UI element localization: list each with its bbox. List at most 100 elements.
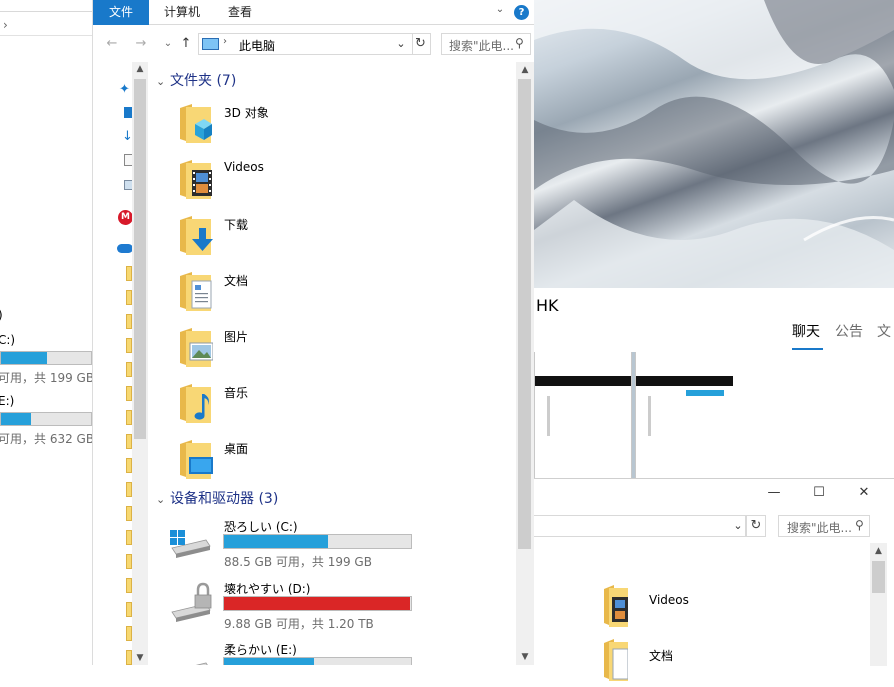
up-button[interactable]: ↑ [175, 30, 197, 58]
folder-label: 图片 [224, 330, 249, 344]
breadcrumb-separator-icon[interactable]: › [223, 36, 227, 47]
photo-texture [534, 0, 894, 288]
drive-item-e[interactable]: 柔らかい (E:) [168, 641, 508, 665]
folder-item-desktop[interactable]: 桌面 [178, 438, 478, 494]
scroll-down-arrow-icon[interactable]: ▼ [516, 649, 534, 665]
search-placeholder: 搜索"此电... [787, 521, 852, 535]
collapse-caret-icon[interactable]: ⌄ [156, 72, 170, 92]
navigation-pane: ✦ ↓ M ▲ ▼ [93, 62, 148, 665]
search-placeholder: 搜索"此电... [449, 39, 514, 53]
second-explorer-window: — ☐ ✕ ⌄ ↻ 搜索"此电... ⚲ Videos 文档 ▲ [534, 478, 894, 681]
background-drive-name: E:) [0, 394, 15, 408]
this-pc-explorer-window: 文件 计算机 查看 ⌄ ? ← → ⌄ ↑ › 此电脑 ⌄ ↻ 搜索"此电...… [93, 0, 534, 665]
document-icon [604, 639, 628, 681]
search-input[interactable]: 搜索"此电... ⚲ [778, 515, 870, 537]
minimize-button[interactable]: — [763, 485, 785, 501]
folder-label: 下载 [224, 218, 249, 232]
tab-computer[interactable]: 计算机 [164, 0, 200, 25]
scroll-up-arrow-icon[interactable]: ▲ [516, 62, 534, 78]
search-input[interactable]: 搜索"此电... ⚲ [441, 33, 531, 55]
drive-free-space: 88.5 GB 可用，共 199 GB [224, 555, 372, 569]
search-icon[interactable]: ⚲ [515, 36, 524, 50]
tab-file[interactable]: 文件 [93, 0, 149, 25]
folder-item-documents[interactable]: 文档 [602, 639, 802, 687]
help-icon[interactable]: ? [514, 5, 529, 20]
background-photo [534, 0, 894, 288]
drive-item-d[interactable]: 壊れやすい (D:) 9.88 GB 可用，共 1.20 TB [168, 580, 508, 640]
tab-files[interactable]: 文 [877, 321, 891, 341]
refresh-button[interactable]: ↻ [411, 33, 431, 55]
active-tab-indicator [792, 348, 823, 350]
folder-item-pictures[interactable]: 图片 [178, 326, 478, 382]
tab-view[interactable]: 查看 [228, 0, 252, 25]
folder-item-downloads[interactable]: 下载 [178, 214, 478, 270]
drive-name: 壊れやすい (D:) [224, 582, 311, 596]
scroll-up-arrow-icon[interactable]: ▲ [870, 543, 887, 559]
drive-name: 恐ろしい (C:) [224, 520, 298, 534]
mega-icon[interactable]: M [118, 210, 133, 225]
group-title: 设备和驱动器 (3) [170, 491, 279, 507]
content-area: ⌄ 文件夹 (7) 3D 对象 Videos 下载 文档 图片 音乐 桌面 ⌄ … [148, 62, 516, 665]
folder-label: 音乐 [224, 386, 249, 400]
address-bar[interactable] [534, 515, 746, 537]
address-bar[interactable]: › 此电脑 ⌄ [198, 33, 413, 55]
content-scrollbar[interactable]: ▲ ▼ [516, 62, 534, 665]
scrollbar-thumb[interactable] [134, 79, 146, 439]
background-drive-usage-bar [0, 412, 92, 426]
drive-usage-bar [223, 534, 412, 549]
group-header-devices[interactable]: ⌄ 设备和驱动器 (3) [156, 489, 278, 509]
this-pc-icon [202, 38, 219, 50]
search-icon[interactable]: ⚲ [855, 518, 864, 532]
quick-access-pin-icon[interactable]: ✦ [119, 82, 130, 97]
background-group-header: ) [0, 308, 3, 322]
background-address-bar [0, 14, 92, 36]
scrollbar-thumb[interactable] [518, 79, 531, 549]
folder-item-videos[interactable]: Videos [178, 158, 478, 214]
drive-name: 柔らかい (E:) [224, 643, 297, 657]
windows-drive-icon [170, 530, 211, 558]
folder-item-3d-objects[interactable]: 3D 对象 [178, 102, 478, 158]
document-icon [180, 272, 212, 311]
forward-button[interactable]: → [130, 30, 152, 58]
folder-item-documents[interactable]: 文档 [178, 270, 478, 326]
chevron-down-icon[interactable]: ⌄ [391, 35, 411, 53]
scroll-up-arrow-icon[interactable]: ▲ [132, 62, 148, 76]
folder-label: 3D 对象 [224, 106, 269, 120]
expand-ribbon-icon[interactable]: ⌄ [493, 4, 507, 18]
screenshot-thumbnail[interactable] [534, 352, 632, 478]
folder-item-music[interactable]: 音乐 [178, 382, 478, 438]
usage-fill [1, 352, 47, 364]
folder-item-videos[interactable]: Videos [602, 585, 802, 633]
film-icon [180, 160, 212, 199]
folder-label: 文档 [224, 274, 249, 288]
collapse-caret-icon[interactable]: ⌄ [156, 490, 170, 510]
back-button[interactable]: ← [101, 30, 123, 58]
chat-title: HK [536, 296, 559, 315]
tab-chat[interactable]: 聊天 [792, 321, 820, 341]
screenshot-thumbnails [534, 352, 733, 478]
screenshot-thumbnail[interactable] [635, 352, 733, 478]
drive-item-c[interactable]: 恐ろしい (C:) 88.5 GB 可用，共 199 GB [168, 518, 508, 578]
content-scrollbar[interactable]: ▲ [870, 543, 887, 666]
maximize-button[interactable]: ☐ [808, 485, 830, 501]
navigation-pane-scrollbar[interactable]: ▲ ▼ [132, 62, 148, 665]
tab-announcement[interactable]: 公告 [835, 321, 863, 341]
chevron-down-icon[interactable]: ⌄ [730, 515, 746, 537]
folder-label: Videos [649, 593, 689, 607]
refresh-button[interactable]: ↻ [746, 515, 766, 537]
group-header-folders[interactable]: ⌄ 文件夹 (7) [156, 71, 236, 91]
drive-usage-fill [224, 597, 410, 610]
background-explorer-window: › ) C:) 可用，共 199 GB E:) 可用，共 632 GB [0, 0, 93, 665]
breadcrumb-this-pc[interactable]: 此电脑 [239, 37, 275, 54]
3d-objects-icon [180, 104, 212, 143]
scroll-down-arrow-icon[interactable]: ▼ [132, 651, 148, 665]
close-button[interactable]: ✕ [853, 485, 875, 501]
chevron-right-icon[interactable]: › [3, 18, 8, 32]
background-ribbon [0, 0, 92, 12]
scrollbar-thumb[interactable] [872, 561, 885, 593]
locked-drive-icon [171, 582, 212, 622]
group-title: 文件夹 (7) [170, 73, 237, 89]
onedrive-icon[interactable] [117, 244, 133, 253]
navigation-bar: ← → ⌄ ↑ › 此电脑 ⌄ ↻ 搜索"此电... ⚲ [93, 30, 534, 58]
drive-icon [195, 662, 208, 665]
